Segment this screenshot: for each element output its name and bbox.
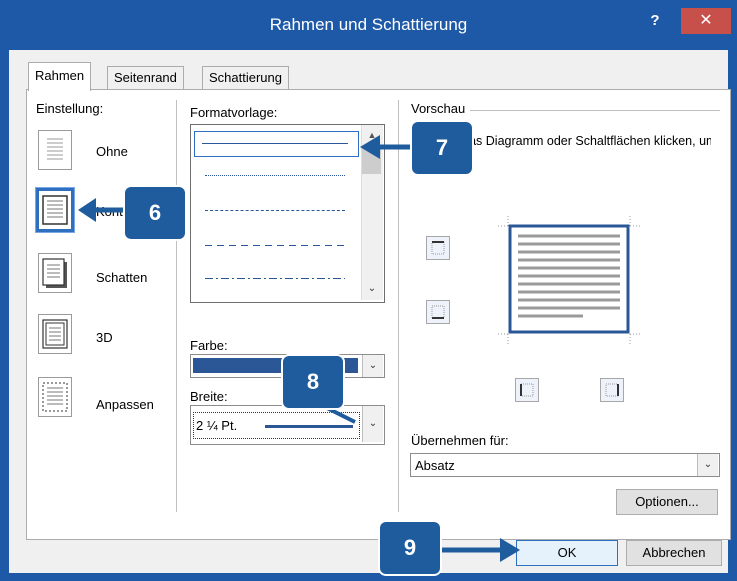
callout-9: 9 [380, 522, 440, 574]
tab-rahmen[interactable]: Rahmen [28, 62, 92, 91]
annotation-arrows [78, 135, 520, 562]
callout-7: 7 [412, 122, 472, 174]
callout-8: 8 [283, 356, 343, 408]
callout-6: 6 [125, 187, 185, 239]
